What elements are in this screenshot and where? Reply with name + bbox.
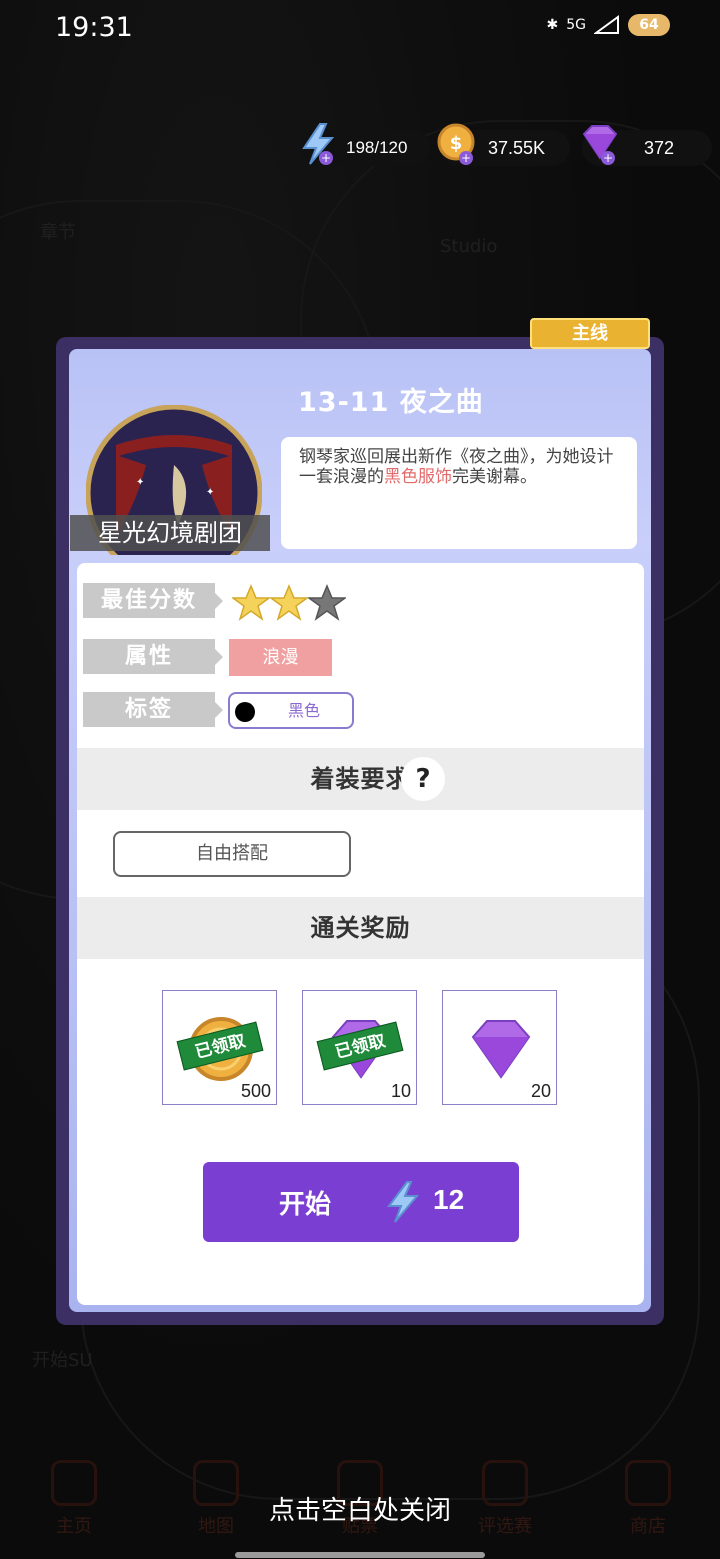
star-filled-icon [270, 584, 308, 621]
svg-text:+: + [461, 151, 471, 165]
start-label: 开始 [279, 1190, 332, 1220]
reward-coin[interactable]: 已领取 500 [162, 990, 277, 1105]
svg-text:+: + [603, 151, 613, 165]
coin-icon: $ + [437, 123, 475, 165]
svg-text:+: + [321, 151, 331, 165]
status-time: 19:31 [55, 12, 133, 43]
status-bar: 19:31 ✱ 5G 64 [0, 0, 720, 60]
reward-count: 20 [530, 1081, 551, 1101]
reward-gem[interactable]: 20 [442, 990, 557, 1105]
mainline-badge: 主线 [530, 318, 650, 349]
best-score-label: 最佳分数 [83, 583, 223, 618]
reward-count: 500 [240, 1081, 271, 1101]
svg-text:✦: ✦ [136, 477, 144, 488]
tag-chip: 黑色 [228, 692, 354, 729]
bluetooth-icon: ✱ [546, 17, 559, 33]
stage-title: 13-11 夜之曲 [298, 387, 484, 418]
signal-icon [594, 15, 619, 34]
stage-description: 钢琴家巡回展出新作《夜之曲》，为她设计一套浪漫的黑色服饰完美谢幕。 [281, 437, 637, 549]
energy-counter[interactable]: + 198/120 [300, 123, 430, 166]
dress-requirement-header: 着装要求 [77, 748, 644, 810]
svg-text:✦: ✦ [206, 487, 214, 498]
free-match-button[interactable]: 自由搭配 [113, 831, 351, 877]
gem-icon [471, 1020, 531, 1079]
description-highlight: 黑色服饰 [384, 467, 452, 487]
home-indicator[interactable] [235, 1552, 485, 1558]
black-color-dot [235, 702, 255, 722]
star-rating [232, 584, 346, 622]
rewards-header: 通关奖励 [77, 897, 644, 959]
coin-counter[interactable]: $ + 37.55K [437, 123, 570, 166]
star-empty-icon [308, 584, 346, 621]
status-icons: ✱ 5G 64 [546, 14, 670, 36]
network-label: 5G [566, 17, 586, 33]
battery-icon: 64 [628, 14, 670, 36]
tag-label: 标签 [83, 692, 223, 727]
reward-gem[interactable]: 已领取 10 [302, 990, 417, 1105]
star-filled-icon [232, 584, 270, 621]
troupe-name: 星光幻境剧团 [70, 515, 270, 551]
gem-counter[interactable]: + 372 [582, 125, 712, 166]
help-button[interactable]: ? [401, 757, 445, 801]
lightning-icon [387, 1181, 420, 1223]
attribute-label: 属性 [83, 639, 223, 674]
start-cost: 12 [433, 1184, 465, 1215]
gem-icon: + [582, 125, 618, 165]
start-button[interactable]: 开始 12 [203, 1162, 519, 1242]
lightning-icon: + [302, 123, 335, 165]
attribute-value: 浪漫 [229, 639, 332, 676]
close-hint[interactable]: 点击空白处关闭 [0, 1490, 720, 1527]
reward-count: 10 [390, 1081, 411, 1101]
